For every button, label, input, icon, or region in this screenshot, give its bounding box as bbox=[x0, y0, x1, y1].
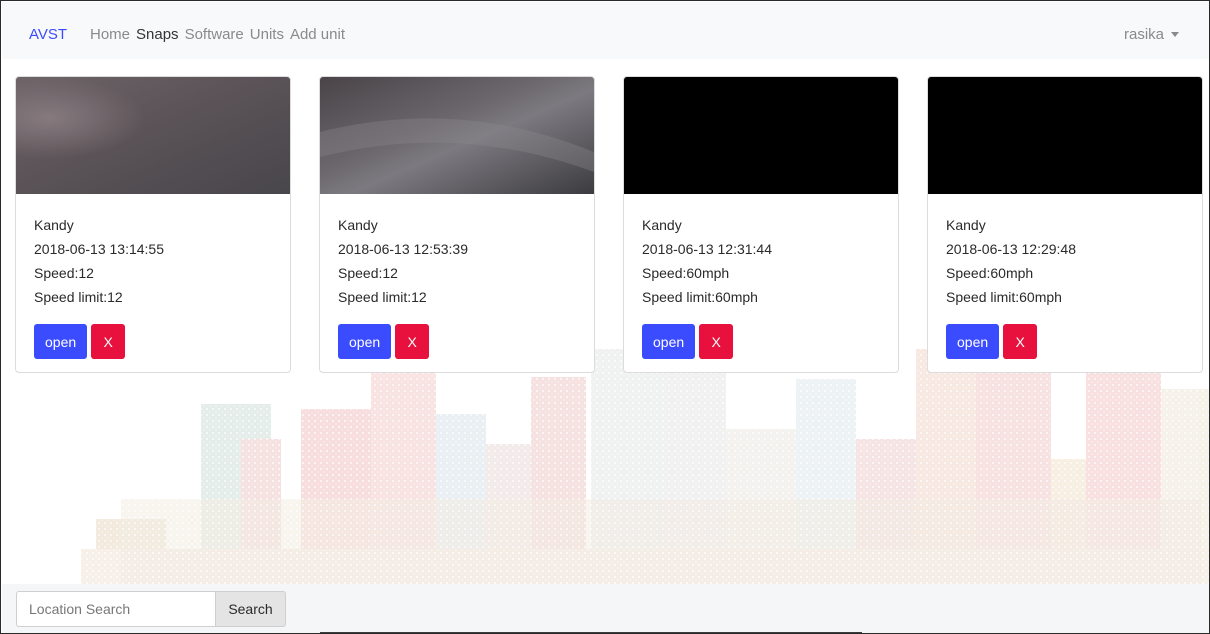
brand-logo[interactable]: AVST bbox=[29, 26, 67, 43]
snap-location: Kandy bbox=[946, 217, 986, 233]
snap-speed-limit: Speed limit:60mph bbox=[642, 289, 758, 305]
delete-button[interactable]: X bbox=[699, 324, 734, 359]
nav-link-software[interactable]: Software bbox=[185, 26, 244, 43]
delete-button[interactable]: X bbox=[1003, 324, 1038, 359]
delete-button[interactable]: X bbox=[91, 324, 126, 359]
nav-link-units[interactable]: Units bbox=[250, 26, 284, 43]
snap-datetime: 2018-06-13 12:31:44 bbox=[642, 241, 772, 257]
snap-speed: Speed:60mph bbox=[642, 265, 730, 281]
snap-card: Kandy 2018-06-13 12:29:48 Speed:60mph Sp… bbox=[927, 76, 1203, 373]
nav-links: Home Snaps Software Units Add unit bbox=[90, 26, 351, 43]
snap-speed: Speed:60mph bbox=[946, 265, 1034, 281]
snap-thumbnail[interactable] bbox=[624, 77, 898, 194]
top-navbar: AVST Home Snaps Software Units Add unit … bbox=[2, 2, 1209, 59]
snap-thumbnail[interactable] bbox=[16, 77, 290, 194]
nav-link-snaps[interactable]: Snaps bbox=[136, 26, 179, 43]
nav-link-add-unit[interactable]: Add unit bbox=[290, 26, 345, 43]
snap-datetime: 2018-06-13 13:14:55 bbox=[34, 241, 164, 257]
snap-thumbnail[interactable] bbox=[928, 77, 1202, 194]
snap-speed-limit: Speed limit:12 bbox=[338, 289, 427, 305]
nav-link-home[interactable]: Home bbox=[90, 26, 130, 43]
snap-datetime: 2018-06-13 12:53:39 bbox=[338, 241, 468, 257]
search-footer: Search bbox=[2, 584, 1209, 633]
snap-speed-limit: Speed limit:12 bbox=[34, 289, 123, 305]
open-button[interactable]: open bbox=[642, 324, 696, 359]
snap-card: Kandy 2018-06-13 12:53:39 Speed:12 Speed… bbox=[319, 76, 595, 373]
snap-speed-limit: Speed limit:60mph bbox=[946, 289, 1062, 305]
snap-card: Kandy 2018-06-13 12:31:44 Speed:60mph Sp… bbox=[623, 76, 899, 373]
caret-down-icon bbox=[1171, 32, 1179, 37]
snap-thumbnail[interactable] bbox=[320, 77, 594, 194]
open-button[interactable]: open bbox=[34, 324, 88, 359]
snap-speed: Speed:12 bbox=[338, 265, 398, 281]
snap-location: Kandy bbox=[642, 217, 682, 233]
user-name: rasika bbox=[1123, 26, 1164, 43]
snap-datetime: 2018-06-13 12:29:48 bbox=[946, 241, 1076, 257]
snap-speed: Speed:12 bbox=[34, 265, 94, 281]
location-search-input[interactable] bbox=[16, 591, 215, 627]
search-button[interactable]: Search bbox=[215, 591, 286, 627]
user-dropdown[interactable]: rasika bbox=[1124, 26, 1179, 43]
snap-location: Kandy bbox=[34, 217, 74, 233]
snap-location: Kandy bbox=[338, 217, 378, 233]
snap-card: Kandy 2018-06-13 13:14:55 Speed:12 Speed… bbox=[15, 76, 291, 373]
app-window: AVST Home Snaps Software Units Add unit … bbox=[0, 0, 1210, 634]
open-button[interactable]: open bbox=[338, 324, 392, 359]
delete-button[interactable]: X bbox=[395, 324, 430, 359]
open-button[interactable]: open bbox=[946, 324, 1000, 359]
